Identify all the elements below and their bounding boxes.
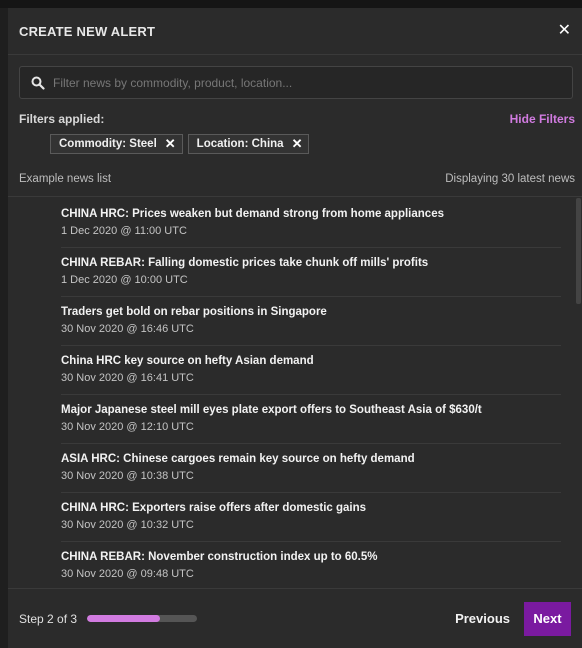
news-item[interactable]: China HRC key source on hefty Asian dema… [61,346,561,395]
news-list[interactable]: CHINA HRC: Prices weaken but demand stro… [8,199,574,585]
step-progress-bar [87,615,198,622]
search-box[interactable] [19,66,573,99]
news-title: Traders get bold on rebar positions in S… [61,306,327,318]
search-icon [31,76,45,90]
news-date: 30 Nov 2020 @ 10:32 UTC [61,519,194,531]
modal-title: CREATE NEW ALERT [19,23,156,39]
news-item[interactable]: CHINA HRC: Prices weaken but demand stro… [61,199,561,248]
news-date: 30 Nov 2020 @ 16:41 UTC [61,372,194,384]
news-list-header: Example news list Displaying 30 latest n… [19,173,575,185]
news-title: CHINA HRC: Exporters raise offers after … [61,502,367,514]
close-icon[interactable]: ✕ [165,136,176,152]
create-alert-modal: CREATE NEW ALERT ✕ Filters applied: Hide… [8,8,582,648]
close-icon[interactable]: ✕ [292,136,303,152]
news-title: China HRC key source on hefty Asian dema… [61,355,314,367]
filters-row: Filters applied: Hide Filters [19,112,575,126]
news-date: 30 Nov 2020 @ 12:10 UTC [61,421,194,433]
hide-filters-link[interactable]: Hide Filters [510,112,575,126]
news-item[interactable]: CHINA REBAR: November construction index… [61,542,561,585]
search-input[interactable] [51,74,555,91]
step-indicator: Step 2 of 3 [19,611,78,626]
divider [8,196,582,197]
scrollbar-thumb[interactable] [576,198,581,304]
next-button[interactable]: Next [524,601,571,636]
news-title: CHINA REBAR: November construction index… [61,551,378,563]
news-list-title: Example news list [19,173,112,185]
filter-chip-label: Commodity: Steel [59,138,157,150]
modal-header: CREATE NEW ALERT ✕ [8,8,582,55]
news-item[interactable]: CHINA HRC: Exporters raise offers after … [61,493,561,542]
news-item[interactable]: CHINA REBAR: Falling domestic prices tak… [61,248,561,297]
filters-applied-label: Filters applied: [19,112,105,126]
close-icon[interactable]: ✕ [558,23,571,39]
news-item[interactable]: ASIA HRC: Chinese cargoes remain key sou… [61,444,561,493]
filter-chip-label: Location: China [196,138,284,150]
news-title: Major Japanese steel mill eyes plate exp… [61,404,482,416]
news-item[interactable]: Traders get bold on rebar positions in S… [61,297,561,346]
previous-button[interactable]: Previous [455,611,510,626]
news-title: CHINA REBAR: Falling domestic prices tak… [61,257,429,269]
news-title: CHINA HRC: Prices weaken but demand stro… [61,208,444,220]
filter-chip-commodity: Commodity: Steel ✕ [50,134,183,154]
filter-chips: Commodity: Steel ✕ Location: China ✕ [50,134,310,154]
news-date: 30 Nov 2020 @ 09:48 UTC [61,568,194,580]
modal-footer: Step 2 of 3 Previous Next [8,588,582,648]
news-date: 30 Nov 2020 @ 10:38 UTC [61,470,194,482]
news-date: 1 Dec 2020 @ 10:00 UTC [61,274,188,286]
news-date: 1 Dec 2020 @ 11:00 UTC [61,225,187,237]
filter-chip-location: Location: China ✕ [187,134,310,154]
news-date: 30 Nov 2020 @ 16:46 UTC [61,323,194,335]
news-count-label: Displaying 30 latest news [445,173,575,185]
news-title: ASIA HRC: Chinese cargoes remain key sou… [61,453,415,465]
news-item[interactable]: Major Japanese steel mill eyes plate exp… [61,395,561,444]
step-progress-fill [87,615,160,622]
background-strip [0,0,582,8]
